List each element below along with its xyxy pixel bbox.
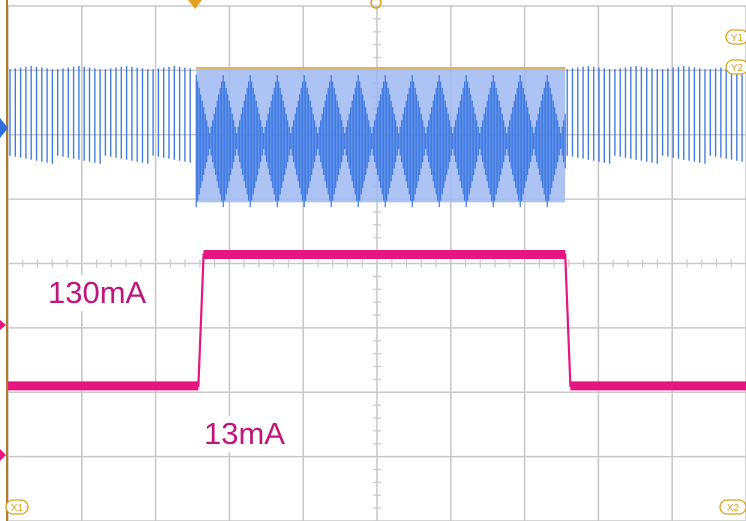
y2-marker-text: Y2 (731, 63, 744, 74)
annotation-13mA: 13mA (200, 416, 289, 452)
x1-marker-text: X1 (11, 503, 24, 514)
y1-marker-text: Y1 (731, 33, 744, 44)
annotation-130mA: 130mA (44, 275, 151, 311)
carrier-segment-burst (195, 66, 566, 208)
carrier-segment-idle (9, 65, 191, 164)
x2-marker-text: X2 (727, 503, 740, 514)
x1-marker: X1 (5, 499, 29, 515)
y1-marker: Y1 (725, 29, 746, 45)
x2-marker: X2 (719, 499, 746, 515)
oscilloscope-display: Y1 Y2 X1 X2 (0, 0, 746, 521)
y2-marker: Y2 (725, 59, 746, 75)
